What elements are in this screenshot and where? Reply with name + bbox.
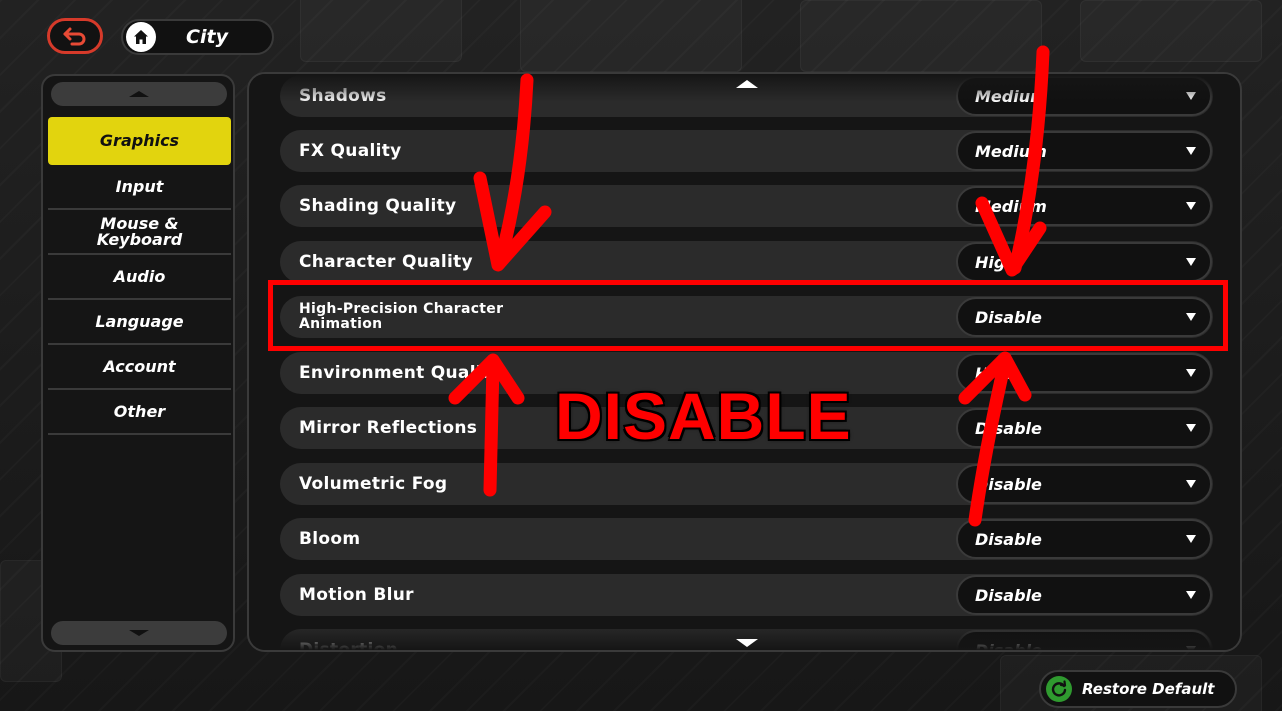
dropdown-value: High (975, 252, 1017, 272)
highlight-box (268, 280, 1228, 351)
setting-row-fx-quality: FX Quality Medium (280, 130, 1213, 172)
caret-down-icon (1186, 258, 1196, 266)
setting-label: FX Quality (299, 141, 402, 161)
dropdown-value: Medium (975, 196, 1047, 216)
setting-row-motion-blur: Motion Blur Disable (280, 574, 1213, 616)
scroll-up-icon[interactable] (736, 80, 758, 88)
caret-down-icon (1186, 591, 1196, 599)
shading-quality-dropdown[interactable]: Medium (956, 186, 1212, 226)
setting-row-shading-quality: Shading Quality Medium (280, 185, 1213, 227)
caret-down-icon (1186, 202, 1196, 210)
environment-quality-dropdown[interactable]: High (956, 353, 1212, 393)
dropdown-value: Disable (975, 418, 1042, 438)
sidebar-item-audio[interactable]: Audio (48, 255, 231, 300)
chevron-down-icon (129, 630, 149, 636)
caret-down-icon (1186, 480, 1196, 488)
home-icon (126, 22, 156, 52)
restore-default-button[interactable]: Restore Default (1039, 670, 1237, 708)
back-button[interactable] (47, 18, 103, 54)
caret-down-icon (1186, 424, 1196, 432)
dropdown-value: Medium (975, 141, 1047, 161)
dropdown-value: Disable (975, 529, 1042, 549)
caret-down-icon (1186, 535, 1196, 543)
sidebar-item-input[interactable]: Input (48, 165, 231, 210)
back-arrow-icon (63, 27, 86, 46)
sidebar-list: Graphics Input Mouse & Keyboard Audio La… (48, 117, 231, 435)
chevron-up-icon (129, 91, 149, 97)
dropdown-value: Disable (975, 474, 1042, 494)
sidebar-item-other[interactable]: Other (48, 390, 231, 435)
dropdown-value: Disable (975, 585, 1042, 605)
breadcrumb[interactable]: City (121, 19, 274, 55)
annotation-text: DISABLE (555, 379, 852, 453)
setting-label: Volumetric Fog (299, 474, 448, 494)
restore-default-label: Restore Default (1082, 680, 1215, 698)
setting-label: Shading Quality (299, 196, 457, 216)
caret-down-icon (1186, 369, 1196, 377)
setting-label: Character Quality (299, 252, 473, 272)
sidebar-item-mouse-keyboard[interactable]: Mouse & Keyboard (48, 210, 231, 255)
character-quality-dropdown[interactable]: High (956, 242, 1212, 282)
settings-panel[interactable]: Shadows Medium FX Quality Medium Shading… (247, 72, 1242, 652)
setting-row-bloom: Bloom Disable (280, 518, 1213, 560)
settings-sidebar: Graphics Input Mouse & Keyboard Audio La… (41, 74, 235, 652)
dropdown-value: High (975, 363, 1017, 383)
setting-label: Bloom (299, 529, 361, 549)
breadcrumb-label: City (186, 26, 228, 48)
mirror-reflections-dropdown[interactable]: Disable (956, 408, 1212, 448)
sidebar-scroll-down-button[interactable] (51, 621, 227, 645)
scroll-down-icon[interactable] (736, 639, 758, 647)
sidebar-item-language[interactable]: Language (48, 300, 231, 345)
setting-label: Environment Quality (299, 363, 502, 383)
motion-blur-dropdown[interactable]: Disable (956, 575, 1212, 615)
volumetric-fog-dropdown[interactable]: Disable (956, 464, 1212, 504)
setting-row-character-quality: Character Quality High (280, 241, 1213, 283)
refresh-icon (1046, 676, 1072, 702)
bloom-dropdown[interactable]: Disable (956, 519, 1212, 559)
setting-label: Mirror Reflections (299, 418, 478, 438)
caret-down-icon (1186, 147, 1196, 155)
sidebar-item-account[interactable]: Account (48, 345, 231, 390)
sidebar-scroll-up-button[interactable] (51, 82, 227, 106)
sidebar-item-graphics[interactable]: Graphics (48, 117, 231, 165)
setting-row-volumetric-fog: Volumetric Fog Disable (280, 463, 1213, 505)
setting-label: Motion Blur (299, 585, 414, 605)
fx-quality-dropdown[interactable]: Medium (956, 131, 1212, 171)
